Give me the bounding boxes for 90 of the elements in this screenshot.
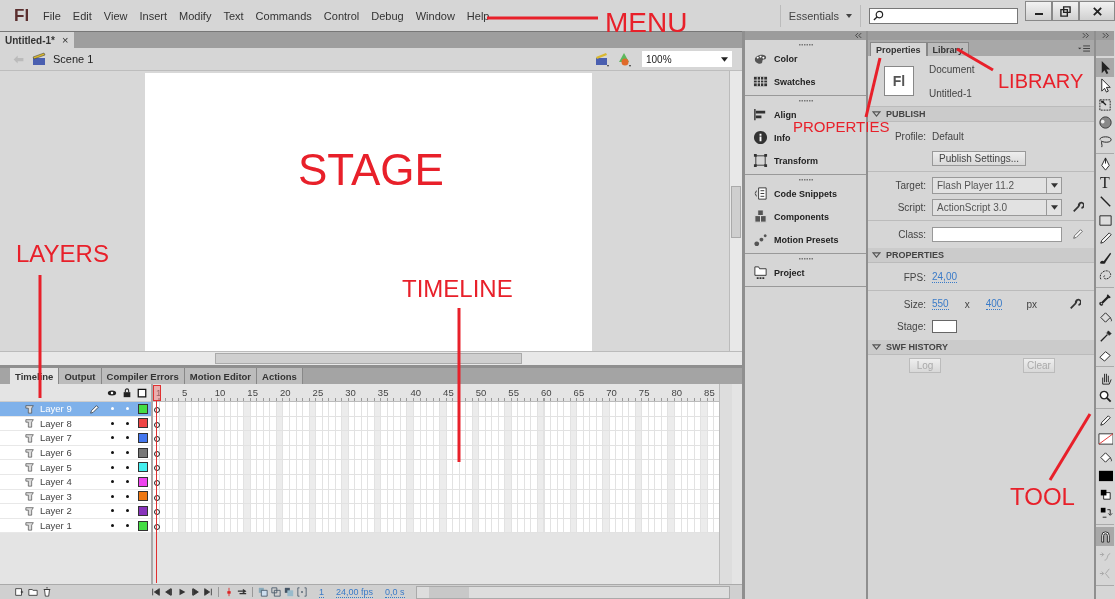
panel-button[interactable]: Transform xyxy=(745,149,866,172)
section-title: PUBLISH xyxy=(886,109,926,119)
menu-item[interactable]: Modify xyxy=(179,9,212,22)
annotation-label: TIMELINE xyxy=(402,277,513,301)
panel-tab[interactable]: Actions xyxy=(257,368,303,384)
panel-tab[interactable]: Motion Editor xyxy=(184,368,258,384)
frame-number: 55 xyxy=(507,387,520,398)
document-name: Untitled-1 xyxy=(929,87,973,99)
panel-button[interactable]: Code Snippets xyxy=(745,182,866,205)
layer-name: Layer 7 xyxy=(40,432,73,444)
panel-tab[interactable]: Output xyxy=(59,368,102,384)
layer-name: Layer 9 xyxy=(40,403,73,415)
frame-number: 65 xyxy=(572,387,586,398)
frame-number: 30 xyxy=(344,387,357,398)
layer-name: Layer 2 xyxy=(40,505,73,517)
zoom-dropdown[interactable]: 100% xyxy=(642,51,732,67)
menu-item[interactable]: Debug xyxy=(371,9,404,22)
menu-item[interactable]: Control xyxy=(323,9,360,22)
panel-button[interactable]: Components xyxy=(745,205,866,228)
text-tool-button[interactable]: T xyxy=(1096,174,1114,193)
menu-item[interactable]: View xyxy=(103,9,128,22)
panel-tab[interactable]: Properties xyxy=(870,42,927,56)
panel-button[interactable]: Swatches xyxy=(745,70,866,93)
layer-name: Layer 5 xyxy=(40,461,73,473)
annotation-label: STAGE xyxy=(298,148,444,192)
annotation-label: TOOL xyxy=(1010,485,1075,509)
layer-name: Layer 4 xyxy=(40,476,73,488)
layer-name: Layer 3 xyxy=(40,490,73,502)
panel-button[interactable]: Color xyxy=(745,47,866,70)
app-logo: Fl xyxy=(14,5,30,26)
annotation-label: PROPERTIES xyxy=(793,119,890,134)
layer-name: Layer 8 xyxy=(40,417,73,429)
field-label: FPS: xyxy=(902,271,926,283)
frame-number: 10 xyxy=(213,387,227,398)
section-header[interactable]: PROPERTIES xyxy=(868,248,1094,263)
script-dropdown[interactable]: ActionScript 3.0 xyxy=(932,198,1062,216)
field-label: Script: xyxy=(896,201,926,213)
menu-item[interactable]: Help xyxy=(466,9,490,22)
frame-number: 35 xyxy=(376,387,390,398)
frame-number: 45 xyxy=(442,387,455,398)
frame-number: 25 xyxy=(311,387,325,398)
frame-number: 60 xyxy=(539,387,553,398)
menu-item[interactable]: Commands xyxy=(255,9,312,22)
frame-number: 80 xyxy=(670,387,684,398)
layer-row[interactable]: Layer 7 xyxy=(0,431,151,446)
layer-row[interactable]: Layer 5 xyxy=(0,460,151,475)
frame-number: 70 xyxy=(605,387,618,398)
close-tab-button[interactable]: × xyxy=(62,34,69,46)
menu-item[interactable]: File xyxy=(43,9,61,22)
annotation-label: LIBRARY xyxy=(998,71,1084,91)
layer-row[interactable]: Layer 2 xyxy=(0,504,151,519)
section-title: PROPERTIES xyxy=(886,250,944,260)
field-label: Class: xyxy=(897,228,926,240)
scene-label: Scene 1 xyxy=(53,53,94,65)
unit-label: px xyxy=(1026,298,1037,310)
tab-title: Untitled-1* xyxy=(5,34,55,46)
annotation-label: LAYERS xyxy=(16,242,109,266)
menu-item[interactable]: Text xyxy=(223,9,244,22)
panel-button[interactable]: Motion Presets xyxy=(745,228,866,251)
frame-number: 75 xyxy=(637,387,651,398)
section-header[interactable]: PUBLISH xyxy=(868,107,1094,122)
field-label: Profile: xyxy=(893,130,926,142)
document-icon: Fl xyxy=(884,66,914,96)
field-label: Size: xyxy=(902,298,926,310)
field-label: Stage: xyxy=(896,320,926,332)
menu-item[interactable]: Edit xyxy=(72,9,92,22)
frame-number: 40 xyxy=(409,387,423,398)
field-label: Target: xyxy=(894,179,926,191)
section-header[interactable]: SWF HISTORY xyxy=(868,340,1094,355)
layer-name: Layer 1 xyxy=(40,520,73,532)
profile-value: Default xyxy=(932,130,964,142)
panel-tab[interactable]: Compiler Errors xyxy=(101,368,185,384)
menu-item[interactable]: Insert xyxy=(139,9,167,22)
document-tab[interactable]: Untitled-1* × xyxy=(0,32,75,48)
frame-number: 85 xyxy=(703,387,716,398)
menu-item[interactable]: Window xyxy=(415,9,455,22)
frame-number: 15 xyxy=(246,387,259,398)
section-title: SWF HISTORY xyxy=(886,342,948,352)
panel-button[interactable]: Project xyxy=(745,261,866,284)
elapsed-time: 0,0 s xyxy=(385,586,405,598)
document-type: Document xyxy=(929,63,975,75)
annotation-label: MENU xyxy=(605,9,688,37)
size-separator: x xyxy=(964,298,970,310)
workspace-dropdown[interactable]: Essentials xyxy=(788,9,839,22)
target-dropdown[interactable]: Flash Player 11.2 xyxy=(932,176,1062,194)
frame-number: 50 xyxy=(474,387,488,398)
frame-number: 20 xyxy=(278,387,292,398)
publish-settings-button[interactable]: Publish Settings... xyxy=(932,150,1027,166)
frame-number: 5 xyxy=(181,387,189,398)
layer-name: Layer 6 xyxy=(40,447,73,459)
